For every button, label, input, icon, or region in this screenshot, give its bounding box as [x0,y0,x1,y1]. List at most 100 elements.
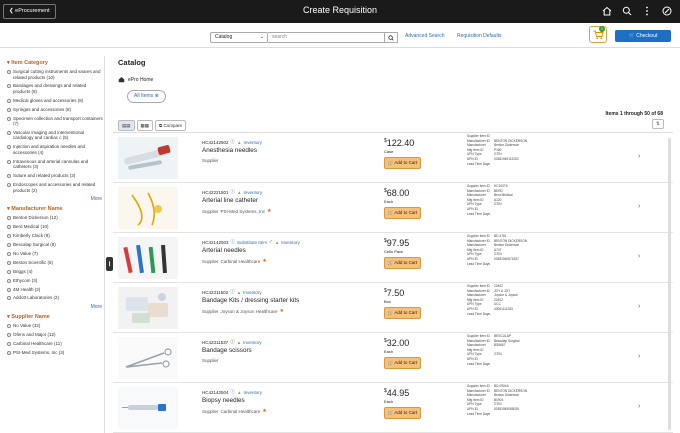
facet-option[interactable]: Bescalap Surgical (8) [7,242,104,248]
radio-icon[interactable] [7,269,11,274]
facet-header[interactable]: ▾ Supplier Name [7,314,104,320]
facet-option[interactable]: Ethycom (3) [7,278,104,284]
chevron-right-icon[interactable]: › [638,353,640,360]
product-name[interactable]: Arterial line catheter [202,197,258,204]
facet-option[interactable]: Carbinal Healthcare (11) [7,341,104,347]
product-image[interactable] [118,187,178,229]
inventory-link[interactable]: Inventory [243,290,262,295]
radio-icon[interactable] [7,243,11,248]
product-name[interactable]: Bandage scissors [202,347,252,354]
advanced-search-link[interactable]: Advanced Search [405,33,444,39]
facet-option[interactable]: No Value (7) [7,251,104,257]
add-to-cart-button[interactable]: 🛒 Add to Cart [384,407,421,419]
navbar-icon[interactable] [660,3,674,19]
facet-option[interactable]: Vascular imaging and interventional card… [7,130,104,141]
chevron-right-icon[interactable]: › [638,403,640,410]
inventory-link[interactable]: Inventory [243,340,262,345]
radio-icon[interactable] [7,116,11,121]
add-to-cart-button[interactable]: 🛒 Add to Cart [384,307,421,319]
facet-more-link[interactable]: More [7,196,102,202]
radio-icon[interactable] [7,130,11,135]
info-icon[interactable]: ⓘ [231,139,236,145]
cart-button[interactable]: 1 [589,26,607,43]
facet-option[interactable]: Suture and related products (3) [7,173,104,179]
collapse-sidebar-button[interactable]: ❙ [106,257,113,271]
all-items-filter-chip[interactable]: All Items ⊗ [127,90,166,103]
inventory-link[interactable]: Inventory [244,390,263,395]
inventory-link[interactable]: Inventory [281,240,300,245]
requisition-defaults-link[interactable]: Requisition Defaults [457,33,501,39]
facet-option[interactable]: Endoscopes and accessories and related p… [7,182,104,193]
radio-icon[interactable] [7,296,11,301]
radio-icon[interactable] [7,98,11,103]
product-name[interactable]: Anesthesia needles [202,147,257,154]
search-button[interactable] [385,32,398,43]
radio-icon[interactable] [7,287,11,292]
product-name[interactable]: Arterial needles [202,247,246,254]
facet-option[interactable]: Benton Dickerson (12) [7,215,104,221]
table-row[interactable]: HC42142504 ⓘ ▲ Inventory Biopsy needles Suppl… [113,383,673,433]
search-icon[interactable] [620,3,634,19]
radio-icon[interactable] [7,174,11,179]
chevron-right-icon[interactable]: › [638,253,640,260]
facet-option[interactable]: PSI-Med Systems, Inc (3) [7,350,104,356]
grid-view-button[interactable]: ▦▦ [136,120,154,131]
radio-icon[interactable] [7,225,11,230]
add-to-cart-button[interactable]: 🛒 Add to Cart [384,357,421,369]
inventory-link[interactable]: Inventory [244,140,263,145]
inventory-link[interactable]: Inventory [244,190,263,195]
product-name[interactable]: Biopsy needles [202,397,245,404]
facet-option[interactable]: 4M Health (2) [7,287,104,293]
radio-icon[interactable] [7,234,11,239]
product-image[interactable] [118,137,178,179]
facet-option[interactable]: Bandages and dressings and related produ… [7,83,104,94]
table-row[interactable]: HC42311502 ⓘ ▲ Inventory Bandage Kits / dres… [113,283,673,333]
table-row[interactable]: HC42311537 ⓘ ▲ Inventory Bandage scissors Sup… [113,333,673,383]
facet-option[interactable]: Specimen collection and transport contai… [7,116,104,127]
radio-icon[interactable] [7,159,11,164]
breadcrumb[interactable]: ePro Home [118,76,153,83]
info-icon[interactable]: ⓘ [231,239,236,245]
search-input[interactable]: search [268,32,385,43]
facet-option[interactable]: Beston Scientific (6) [7,260,104,266]
radio-icon[interactable] [7,324,11,329]
facet-header[interactable]: ▾ Manufacturer Name [7,206,104,212]
facet-option[interactable]: Kimberly Clack (9) [7,233,104,239]
radio-icon[interactable] [7,216,11,221]
facet-option[interactable]: Addott Laboratories (2) [7,295,104,301]
table-row[interactable]: HC42142502 ⓘ ▲ Inventory Anesthesia needles S… [113,133,673,183]
radio-icon[interactable] [7,278,11,283]
facet-option[interactable]: Injection and aspiration needles and acc… [7,144,104,155]
radio-icon[interactable] [7,342,11,347]
checkout-button[interactable]: 🛒 Checkout [615,30,671,42]
info-icon[interactable]: ⓘ [230,339,235,345]
radio-icon[interactable] [7,260,11,265]
radio-icon[interactable] [7,251,11,256]
info-icon[interactable]: ⓘ [230,289,235,295]
radio-icon[interactable] [7,333,11,338]
add-to-cart-button[interactable]: 🛒 Add to Cart [384,157,421,169]
facet-option[interactable]: Intravenous and arterial cannulas and ca… [7,159,104,170]
more-actions-icon[interactable] [640,3,654,19]
compare-button[interactable]: ⧉ Compare [155,120,187,131]
radio-icon[interactable] [7,145,11,150]
close-circle-icon[interactable]: ⊗ [155,93,159,99]
chevron-right-icon[interactable]: › [638,203,640,210]
product-image[interactable] [118,287,178,329]
info-icon[interactable]: ⓘ [231,189,236,195]
table-row[interactable]: HC42221501 ⓘ ▲ Inventory Arterial line cathe… [113,183,673,233]
breadcrumb-home[interactable]: ePro Home [128,77,153,83]
chevron-right-icon[interactable]: › [638,303,640,310]
radio-icon[interactable] [7,350,11,355]
sort-button[interactable]: ⇅ [652,119,664,129]
list-view-button[interactable]: ▤▤ [118,120,135,131]
facet-option[interactable]: Briggs (4) [7,269,104,275]
product-name[interactable]: Bandage Kits / dressing starter kits [202,297,299,304]
add-to-cart-button[interactable]: 🛒 Add to Cart [384,207,421,219]
facet-more-link[interactable]: More [7,304,102,310]
facet-option[interactable]: Medical gloves and accessories (8) [7,98,104,104]
radio-icon[interactable] [7,107,11,112]
add-to-cart-button[interactable]: 🛒 Add to Cart [384,257,421,269]
radio-icon[interactable] [7,70,11,74]
product-image[interactable] [118,337,178,379]
